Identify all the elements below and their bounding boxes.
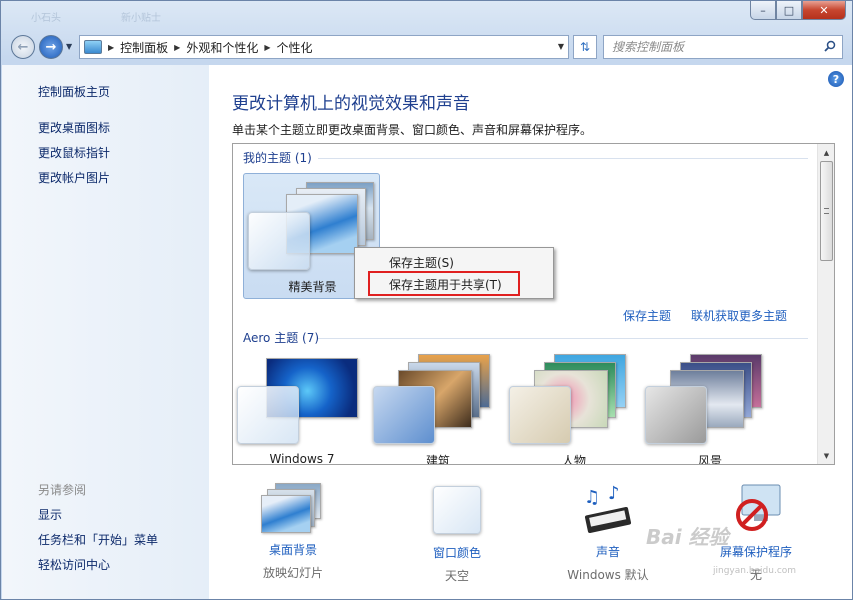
window-color-swatch — [645, 386, 707, 444]
search-box[interactable] — [603, 35, 843, 59]
forward-arrow-icon: → — [45, 39, 57, 55]
help-icon[interactable]: ? — [828, 71, 844, 87]
scrollbar-grip-icon — [824, 208, 829, 214]
address-bar[interactable]: ▶ 控制面板 ▶ 外观和个性化 ▶ 个性化 ▼ — [79, 35, 569, 59]
breadcrumb-control-panel[interactable]: 控制面板 — [120, 39, 168, 56]
window-color-label: 窗口颜色 — [432, 546, 481, 560]
save-theme-link[interactable]: 保存主题 — [623, 307, 671, 324]
breadcrumb-appearance[interactable]: 外观和个性化 — [186, 39, 258, 56]
see-also-heading: 另请参阅 — [38, 483, 87, 497]
chevron-right-icon[interactable]: ▶ — [108, 43, 114, 52]
screen-saver-icon — [736, 484, 781, 531]
svg-text:♪: ♪ — [608, 483, 620, 504]
refresh-icon: ⇅ — [579, 40, 591, 54]
control-panel-icon — [84, 40, 102, 54]
control-panel-window: 小石头 新小贴士 – □ ✕ ← → ▼ ▶ 控制面板 ▶ 外观和个性化 ▶ 个… — [0, 0, 853, 600]
theme-name: 建筑 — [425, 454, 450, 465]
theme-tile-characters[interactable]: 人物 — [509, 354, 639, 465]
theme-name: 人物 — [561, 454, 586, 465]
navigation-bar: ← → ▼ ▶ 控制面板 ▶ 外观和个性化 ▶ 个性化 ▼ ⇅ — [1, 31, 852, 63]
scroll-down-arrow-icon[interactable]: ▼ — [818, 447, 834, 464]
refresh-button[interactable]: ⇅ — [573, 35, 597, 59]
theme-name: 风景 — [697, 454, 722, 465]
sounds-icon: ♫ ♪ — [584, 483, 632, 534]
window-color-icon — [433, 486, 481, 534]
chevron-right-icon[interactable]: ▶ — [174, 43, 180, 52]
desktop-background-icon — [261, 483, 325, 533]
chevron-down-icon[interactable]: ▼ — [558, 42, 564, 51]
window-color-value: 天空 — [444, 569, 469, 583]
search-icon[interactable] — [824, 40, 836, 52]
watermark-url: jingyan.baidu.com — [713, 566, 797, 576]
theme-list-scrollbar[interactable]: ▲ ▼ — [817, 144, 834, 464]
breadcrumb-personalization[interactable]: 个性化 — [277, 39, 313, 56]
sidebar-item-taskbar[interactable]: 任务栏和「开始」菜单 — [38, 531, 158, 548]
back-button[interactable]: ← — [11, 35, 35, 59]
window-color-setting[interactable]: 窗口颜色 天空 — [397, 483, 517, 584]
ghost-tab-1: 小石头 — [31, 13, 61, 24]
aero-themes-label: Aero 主题 (7) — [243, 331, 320, 345]
menu-item-save-theme[interactable]: 保存主题(S) — [389, 254, 454, 271]
title-bar: 小石头 新小贴士 – □ ✕ — [1, 1, 852, 29]
theme-name: Windows 7 — [269, 452, 335, 465]
theme-tile-landscapes[interactable]: 风景 — [645, 354, 775, 465]
sidebar-item-account-picture[interactable]: 更改帐户图片 — [38, 169, 110, 186]
sidebar-item-desktop-icons[interactable]: 更改桌面图标 — [38, 119, 110, 136]
sidebar-item-ease-of-access[interactable]: 轻松访问中心 — [38, 556, 110, 573]
scrollbar-thumb[interactable] — [820, 161, 833, 261]
desktop-background-value: 放映幻灯片 — [262, 566, 323, 580]
ghost-tab-2: 新小贴士 — [121, 13, 161, 24]
highlight-annotation — [368, 271, 520, 296]
desktop-background-label: 桌面背景 — [268, 543, 317, 557]
forward-button[interactable]: → — [39, 35, 63, 59]
sidebar-item-display[interactable]: 显示 — [38, 506, 62, 523]
theme-list[interactable]: 我的主题 (1) 精美背景 保存主题 联机获取更多主题 Aero 主题 (7) … — [232, 143, 835, 465]
page-title: 更改计算机上的视觉效果和声音 — [232, 94, 470, 114]
theme-tile-architecture[interactable]: 建筑 — [373, 354, 503, 465]
svg-text:♫: ♫ — [584, 487, 600, 508]
sidebar-item-home[interactable]: 控制面板主页 — [38, 83, 110, 100]
close-button[interactable]: ✕ — [802, 1, 846, 20]
caption-buttons: – □ ✕ — [750, 1, 846, 20]
window-color-swatch — [509, 386, 571, 444]
back-arrow-icon: ← — [17, 39, 29, 55]
maximize-button[interactable]: □ — [776, 1, 802, 20]
sidebar-item-mouse-pointers[interactable]: 更改鼠标指针 — [38, 144, 110, 161]
desktop-background-setting[interactable]: 桌面背景 放映幻灯片 — [233, 483, 353, 581]
search-input[interactable] — [612, 40, 812, 54]
main-content: ? 更改计算机上的视觉效果和声音 单击某个主题立即更改桌面背景、窗口颜色、声音和… — [209, 65, 852, 599]
my-themes-label: 我的主题 (1) — [243, 151, 312, 165]
desktop-background-icon — [261, 495, 311, 533]
scroll-up-arrow-icon[interactable]: ▲ — [818, 144, 834, 161]
sidebar: 控制面板主页 更改桌面图标 更改鼠标指针 更改帐户图片 另请参阅 显示 任务栏和… — [2, 65, 209, 599]
window-color-swatch — [373, 386, 435, 444]
get-more-themes-link[interactable]: 联机获取更多主题 — [691, 307, 787, 324]
watermark-logo: Bai 经验 — [646, 525, 729, 549]
sounds-value: Windows 默认 — [567, 568, 649, 582]
theme-tile-windows7[interactable]: Windows 7 — [237, 354, 367, 465]
chevron-right-icon[interactable]: ▶ — [264, 43, 270, 52]
group-divider — [318, 158, 808, 159]
recent-pages-dropdown[interactable]: ▼ — [66, 42, 72, 51]
minimize-button[interactable]: – — [750, 1, 776, 20]
window-color-swatch — [248, 212, 310, 270]
page-description: 单击某个主题立即更改桌面背景、窗口颜色、声音和屏幕保护程序。 — [232, 123, 593, 137]
window-color-swatch — [237, 386, 299, 444]
group-divider — [318, 338, 808, 339]
